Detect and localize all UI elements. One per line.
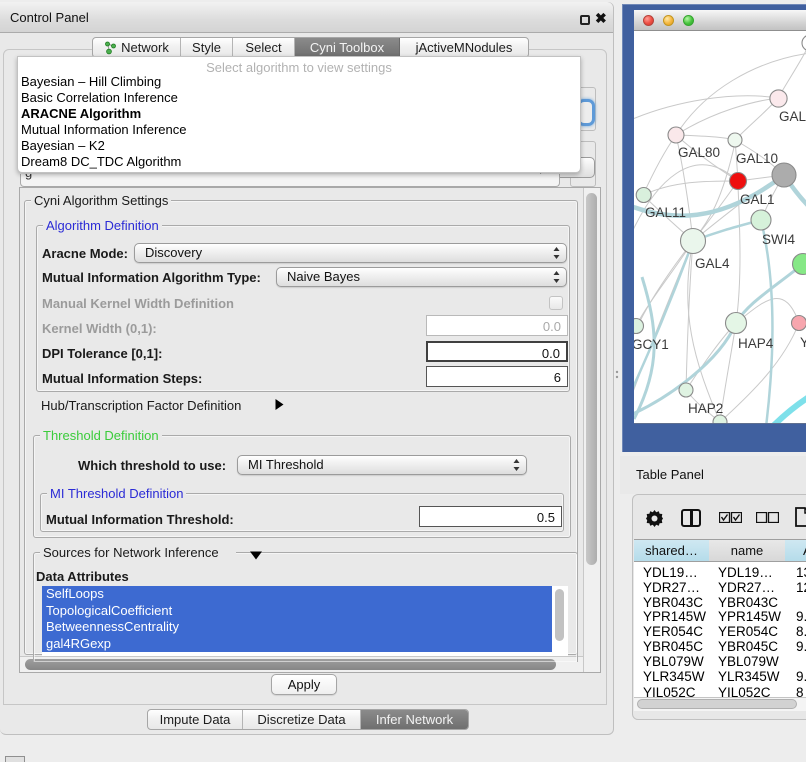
svg-text:GAL80: GAL80 — [678, 145, 720, 160]
svg-text:HAP2: HAP2 — [688, 401, 723, 416]
svg-text:SWI4: SWI4 — [762, 232, 795, 247]
svg-text:GAL2: GAL2 — [779, 109, 806, 124]
svg-text:GAL4: GAL4 — [695, 256, 730, 271]
svg-text:GAL11: GAL11 — [645, 205, 686, 220]
svg-text:GCY1: GCY1 — [634, 337, 669, 352]
svg-text:Y: Y — [800, 335, 806, 350]
svg-text:GAL10: GAL10 — [736, 151, 778, 166]
svg-text:GAL1: GAL1 — [740, 192, 775, 207]
svg-text:HAP4: HAP4 — [738, 336, 774, 351]
